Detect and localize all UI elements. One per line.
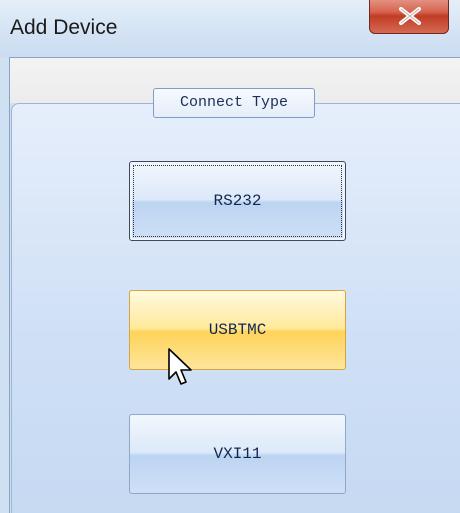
connect-type-legend: Connect Type: [153, 88, 315, 118]
frame-border-left: [9, 57, 10, 513]
vxi11-button[interactable]: VXI11: [129, 414, 346, 494]
usbtmc-button[interactable]: USBTMC: [129, 290, 346, 370]
add-device-dialog: Add Device Connect Type RS232 USBTMC VXI…: [0, 0, 460, 513]
close-x-icon: [399, 7, 421, 25]
window-title: Add Device: [10, 16, 118, 39]
arrow-cursor-icon: [168, 348, 192, 385]
close-button[interactable]: [369, 0, 449, 34]
title-bar[interactable]: Add Device: [0, 0, 460, 57]
rs232-button[interactable]: RS232: [129, 161, 346, 241]
